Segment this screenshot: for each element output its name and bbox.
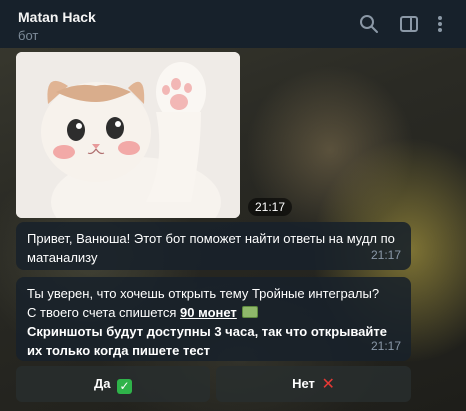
chat-subtitle: бот: [18, 28, 39, 43]
chat-header: Matan Hack бот: [0, 0, 466, 48]
photo-time: 21:17: [248, 198, 293, 216]
yes-button-label: Да: [93, 376, 111, 391]
money-icon: [242, 306, 259, 318]
no-button[interactable]: Нет ✕: [216, 366, 411, 402]
message-bubble-confirm[interactable]: Ты уверен, что хочешь открыть тему Тройн…: [16, 277, 411, 361]
cross-mark-icon: ✕: [321, 376, 335, 393]
message-text: Привет, Ванюша! Этот бот поможет найти о…: [27, 231, 395, 265]
kitten-illustration: [16, 52, 240, 218]
message-time: 21:17: [370, 339, 401, 353]
no-button-label: Нет: [292, 376, 315, 391]
message-line-cost: С твоего счета спишется 90 монет: [27, 303, 400, 322]
message-line-warning: Скриншоты будут доступны 3 часа, так что…: [27, 324, 387, 358]
chat-title[interactable]: Matan Hack: [18, 9, 96, 25]
message-time: 21:17: [370, 248, 401, 262]
check-mark-icon: ✓: [117, 379, 133, 394]
more-vertical-icon[interactable]: [432, 14, 448, 34]
yes-button[interactable]: Да ✓: [16, 366, 210, 402]
message-line-question: Ты уверен, что хочешь открыть тему Тройн…: [27, 286, 380, 301]
kitten-photo[interactable]: [16, 52, 240, 218]
search-icon[interactable]: [359, 14, 379, 34]
coins-amount: 90 монет: [180, 305, 237, 320]
message-bubble-greeting[interactable]: Привет, Ванюша! Этот бот поможет найти о…: [16, 222, 411, 270]
sidebar-toggle-icon[interactable]: [399, 14, 419, 34]
cost-prefix: С твоего счета спишется: [27, 305, 181, 320]
